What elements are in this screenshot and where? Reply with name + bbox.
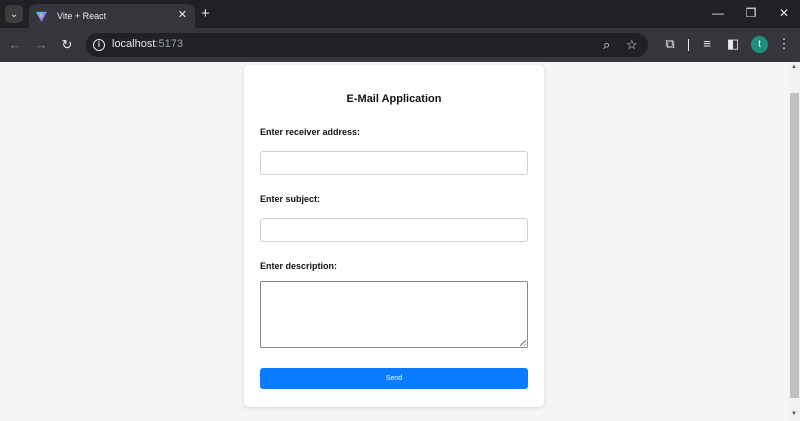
forward-arrow-icon[interactable]: → bbox=[33, 37, 49, 53]
chevron-down-icon: ⌄ bbox=[9, 8, 19, 20]
menu-kebab-icon[interactable]: ⋮ bbox=[775, 36, 793, 52]
receiver-label: Enter receiver address: bbox=[260, 127, 361, 137]
browser-tab[interactable]: Vite + React ✕ bbox=[29, 4, 195, 28]
url-text[interactable]: localhost:5173 bbox=[112, 38, 183, 50]
vertical-scrollbar[interactable]: ▲ ▼ bbox=[789, 62, 800, 421]
side-panel-icon[interactable]: ◧ bbox=[724, 36, 742, 52]
tab-search-button[interactable]: ⌄ bbox=[5, 5, 23, 23]
address-bar[interactable]: i localhost:5173 ⌕ ☆ bbox=[86, 33, 648, 57]
page-title: E-Mail Application bbox=[346, 93, 442, 105]
email-form-card: E-Mail Application Enter receiver addres… bbox=[244, 65, 544, 407]
bookmark-star-icon[interactable]: ☆ bbox=[626, 37, 638, 53]
scroll-up-arrow-icon[interactable]: ▲ bbox=[791, 64, 797, 70]
send-button[interactable]: Send bbox=[260, 368, 528, 389]
tab-close-icon[interactable]: ✕ bbox=[178, 9, 187, 22]
new-tab-button[interactable]: + bbox=[201, 6, 210, 21]
back-arrow-icon[interactable]: ← bbox=[7, 37, 23, 53]
window-close-icon[interactable]: ✕ bbox=[774, 5, 794, 21]
url-port: :5173 bbox=[155, 38, 183, 50]
vite-logo-icon bbox=[35, 10, 48, 22]
receiver-address-input[interactable] bbox=[260, 151, 528, 175]
minimize-icon[interactable]: — bbox=[708, 5, 728, 21]
zoom-icon[interactable]: ⌕ bbox=[603, 37, 610, 53]
url-host: localhost bbox=[112, 38, 156, 50]
scroll-down-arrow-icon[interactable]: ▼ bbox=[791, 411, 797, 417]
subject-input[interactable] bbox=[260, 218, 528, 242]
resize-grip-icon[interactable] bbox=[520, 340, 526, 346]
tab-strip: ⌄ Vite + React ✕ + — ❐ ✕ bbox=[0, 0, 800, 28]
page-viewport: E-Mail Application Enter receiver addres… bbox=[0, 62, 789, 421]
tab-title: Vite + React bbox=[57, 11, 107, 21]
subject-label: Enter subject: bbox=[260, 194, 321, 204]
media-controls-icon[interactable]: ≡ bbox=[698, 36, 716, 52]
extensions-icon[interactable]: ⧉ bbox=[661, 36, 679, 52]
restore-icon[interactable]: ❐ bbox=[741, 5, 761, 21]
profile-avatar[interactable]: t bbox=[751, 36, 768, 53]
description-textarea[interactable] bbox=[260, 281, 528, 348]
browser-toolbar: ← → ↻ i localhost:5173 ⌕ ☆ ⧉ ≡ ◧ t ⋮ bbox=[0, 28, 800, 62]
site-info-icon[interactable]: i bbox=[93, 39, 105, 51]
description-label: Enter description: bbox=[260, 261, 338, 271]
toolbar-divider bbox=[688, 39, 689, 51]
reload-icon[interactable]: ↻ bbox=[59, 37, 75, 53]
scrollbar-thumb[interactable] bbox=[790, 93, 799, 398]
